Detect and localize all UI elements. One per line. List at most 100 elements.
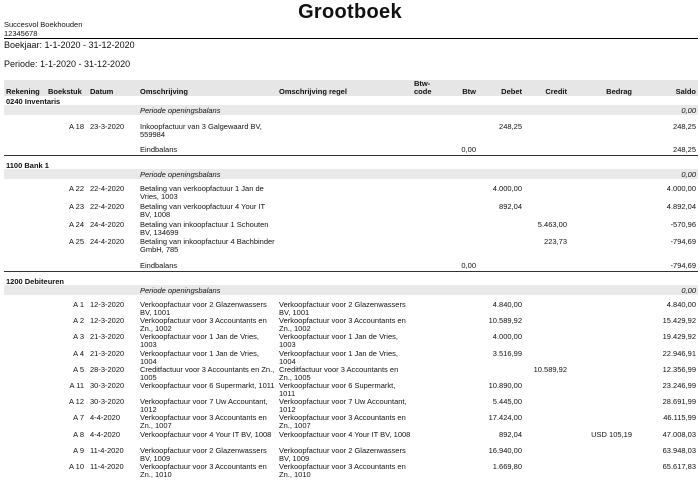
row-credit: 10.589,92 — [533, 365, 567, 374]
row-datum: 22-4-2020 — [90, 184, 125, 193]
row-omschrijving: Betaling van inkoopfactuur 4 Bachbinder … — [140, 237, 275, 254]
row-saldo: 12.356,99 — [662, 365, 696, 374]
row-datum: 24-4-2020 — [90, 237, 125, 246]
row-omschrijving-regel: Verkoopfactuur voor 3 Accountants en Zn.… — [279, 462, 406, 479]
row-omschrijving-regel: Verkoopfactuur voor 2 Glazenwassers BV, … — [279, 446, 406, 463]
row-saldo: 19.429,92 — [662, 332, 696, 341]
row-debet: 3.516,99 — [492, 349, 522, 358]
row-debet: 17.424,00 — [488, 413, 522, 422]
row-saldo: 46.115,99 — [663, 413, 696, 422]
header-divider — [4, 38, 698, 39]
row-datum: 23-3-2020 — [90, 122, 125, 131]
row-datum: 24-4-2020 — [90, 220, 125, 229]
row-boekstuk: A 22 — [68, 184, 84, 193]
row-omschrijving-regel: Verkoopfactuur voor 4 Your IT BV, 1008 — [279, 430, 411, 439]
row-datum: 30-3-2020 — [90, 397, 125, 406]
col-datum: Datum — [90, 87, 114, 96]
row-datum: 21-3-2020 — [90, 349, 125, 358]
row-debet: 248,25 — [499, 122, 522, 131]
row-omschrijving-regel: Verkoopfactuur voor 2 Glazenwassers BV, … — [279, 300, 406, 317]
col-btw: Btw — [462, 87, 476, 96]
row-omschrijving-regel: Verkoopfactuur voor 1 Jan de Vries, 1003 — [279, 332, 398, 349]
row-debet: 4.840,00 — [492, 300, 522, 309]
row-boekstuk: A 7 — [73, 413, 84, 422]
row-boekstuk: A 24 — [68, 220, 84, 229]
row-omschrijving: Inkoopfactuur van 3 Galgewaard BV, 55998… — [140, 122, 262, 139]
row-saldo: 4.892,04 — [666, 202, 696, 211]
company-number: 12345678 — [4, 29, 38, 38]
row-omschrijving: Verkoopfactuur voor 7 Uw Accountant, 101… — [140, 397, 268, 414]
row-datum: 12-3-2020 — [90, 316, 125, 325]
row-omschrijving-regel: Verkoopfactuur voor 3 Accountants en Zn.… — [279, 316, 406, 333]
row-omschrijving: Verkoopfactuur voor 2 Glazenwassers BV, … — [140, 300, 267, 317]
opening-label: Periode openingsbalans — [140, 286, 221, 295]
row-saldo: 4.840,00 — [666, 300, 696, 309]
col-debet: Debet — [501, 87, 522, 96]
row-boekstuk: A 3 — [73, 332, 84, 341]
row-omschrijving-regel: Verkoopfactuur voor 6 Supermarkt, 1011 — [279, 381, 396, 398]
company-name: Succesvol Boekhouden — [4, 20, 83, 29]
periode-text: Periode: 1-1-2020 - 31-12-2020 — [4, 59, 131, 69]
row-debet: 10.589,92 — [488, 316, 522, 325]
page-title: Grootboek — [298, 1, 402, 23]
row-omschrijving: Verkoopfactuur voor 6 Supermarkt, 1011 — [140, 381, 275, 390]
end-saldo: 248,25 — [673, 145, 696, 154]
row-saldo: 4.000,00 — [666, 184, 696, 193]
col-omschrijving-regel: Omschrijving regel — [279, 87, 347, 96]
boekjaar-text: Boekjaar: 1-1-2020 - 31-12-2020 — [4, 40, 135, 50]
row-datum: 22-4-2020 — [90, 202, 125, 211]
opening-label: Periode openingsbalans — [140, 170, 221, 179]
col-btw-code: Btw-code — [414, 79, 432, 96]
opening-row — [4, 169, 698, 179]
row-datum: 4-4-2020 — [90, 413, 121, 422]
row-datum: 11-4-2020 — [90, 446, 124, 455]
ledger-page: Grootboek Succesvol Boekhouden 12345678 … — [0, 0, 700, 500]
row-datum: 4-4-2020 — [90, 430, 121, 439]
col-bedrag: Bedrag — [606, 87, 632, 96]
row-saldo: 23.246,99 — [662, 381, 696, 390]
row-saldo: 248,25 — [673, 122, 696, 131]
row-datum: 30-3-2020 — [90, 381, 125, 390]
row-boekstuk: A 10 — [68, 462, 84, 471]
end-label: Eindbalans — [140, 261, 178, 270]
col-omschrijving: Omschrijving — [140, 87, 188, 96]
col-boekstuk: Boekstuk — [48, 87, 82, 96]
col-credit: Credit — [545, 87, 567, 96]
row-saldo: 22.946,91 — [662, 349, 696, 358]
row-credit: 223,73 — [544, 237, 567, 246]
row-saldo: 47.008,03 — [662, 430, 696, 439]
row-saldo: 65.617,83 — [662, 462, 696, 471]
row-credit: 5.463,00 — [537, 220, 567, 229]
row-omschrijving: Verkoopfactuur voor 1 Jan de Vries, 1004 — [140, 349, 259, 366]
row-omschrijving: Betaling van verkoopfactuur 4 Your IT BV… — [140, 202, 265, 219]
section-divider — [4, 155, 698, 156]
row-debet: 10.890,00 — [488, 381, 522, 390]
row-saldo: 63.948,03 — [662, 446, 696, 455]
row-saldo: -570,96 — [670, 220, 696, 229]
row-boekstuk: A 18 — [68, 122, 84, 131]
row-debet: 4.000,00 — [492, 332, 522, 341]
row-debet: 16.940,00 — [488, 446, 522, 455]
company-info: Succesvol Boekhouden 12345678 — [4, 20, 82, 38]
row-debet: 892,04 — [499, 430, 522, 439]
row-debet: 4.000,00 — [492, 184, 522, 193]
row-boekstuk: A 12 — [68, 397, 84, 406]
row-omschrijving-regel: Verkoopfactuur voor 3 Accountants en Zn.… — [279, 413, 406, 430]
row-omschrijving-regel: Creditfactuur voor 3 Accountants en Zn.,… — [279, 365, 399, 382]
end-btw: 0,00 — [461, 145, 476, 154]
col-saldo: Saldo — [675, 87, 696, 96]
row-omschrijving-regel: Verkoopfactuur voor 7 Uw Accountant, 101… — [279, 397, 407, 414]
opening-saldo: 0,00 — [681, 286, 696, 295]
row-omschrijving: Verkoopfactuur voor 1 Jan de Vries, 1003 — [140, 332, 259, 349]
row-boekstuk: A 23 — [68, 202, 84, 211]
row-omschrijving-regel: Verkoopfactuur voor 1 Jan de Vries, 1004 — [279, 349, 398, 366]
row-datum: 28-3-2020 — [90, 365, 125, 374]
row-omschrijving: Betaling van inkoopfactuur 1 Schouten BV… — [140, 220, 269, 237]
row-omschrijving: Verkoopfactuur voor 3 Accountants en Zn.… — [140, 462, 267, 479]
row-omschrijving: Verkoopfactuur voor 2 Glazenwassers BV, … — [140, 446, 267, 463]
row-debet: 892,04 — [499, 202, 522, 211]
row-saldo: 28.691,99 — [662, 397, 696, 406]
end-label: Eindbalans — [140, 145, 178, 154]
row-boekstuk: A 9 — [73, 446, 84, 455]
opening-label: Periode openingsbalans — [140, 106, 221, 115]
